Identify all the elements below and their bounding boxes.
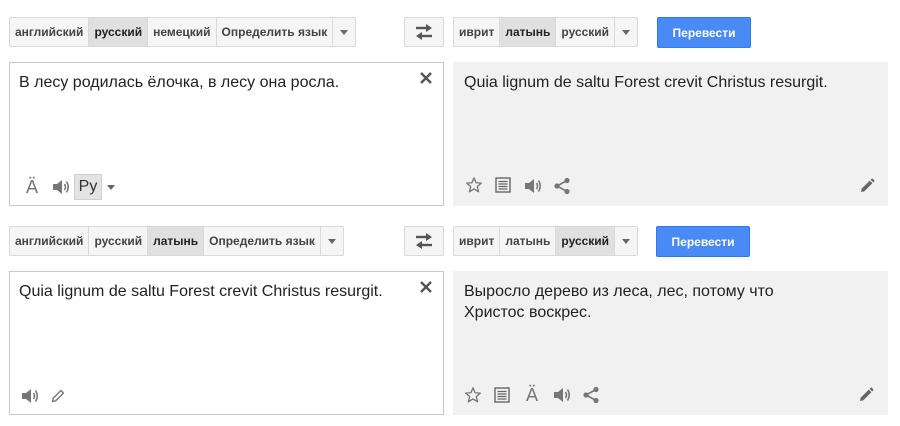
target-lang-dropdown[interactable] (615, 18, 637, 46)
translation-panel-2: английский русский латынь Определить язы… (0, 209, 900, 422)
target-lang-latin[interactable]: латынь (500, 18, 557, 46)
list-icon (494, 387, 510, 403)
star-icon (464, 387, 482, 403)
translation-panel-1: английский русский немецкий Определить я… (0, 0, 900, 213)
translate-button[interactable]: Перевести (657, 17, 751, 48)
chevron-down-icon (327, 238, 336, 244)
source-text-area[interactable]: Quia lignum de saltu Forest crevit Chris… (9, 271, 444, 415)
target-language-bar: иврит латынь русский (453, 226, 639, 256)
source-lang-detect[interactable]: Определить язык (217, 18, 334, 46)
target-lang-hebrew[interactable]: иврит (454, 227, 501, 255)
swap-languages-button[interactable] (404, 226, 444, 256)
pencil-outline-icon (51, 389, 65, 403)
suggest-edit-button[interactable] (856, 385, 876, 405)
source-language-bar: английский русский немецкий Определить я… (9, 17, 357, 47)
target-language-bar: иврит латынь русский (453, 17, 639, 47)
listen-translation-button[interactable] (522, 176, 544, 196)
transliterate-icon: Ä (525, 384, 539, 406)
target-lang-dropdown[interactable] (615, 227, 637, 255)
source-lang-dropdown[interactable] (321, 227, 343, 255)
swap-languages-button[interactable] (404, 17, 444, 47)
listen-button[interactable] (50, 177, 72, 197)
target-lang-hebrew[interactable]: иврит (454, 18, 501, 46)
target-lang-russian[interactable]: русский (556, 227, 616, 255)
source-lang-english[interactable]: английский (10, 227, 90, 255)
source-lang-english[interactable]: английский (10, 18, 90, 46)
star-button[interactable] (463, 385, 483, 405)
suggest-edit-button[interactable] (857, 176, 877, 196)
source-lang-latin[interactable]: латынь (148, 227, 205, 255)
chevron-down-icon (622, 238, 631, 244)
source-text-area[interactable]: В лесу родилась ёлочка, в лесу она росла… (9, 62, 444, 206)
pencil-icon (860, 387, 874, 401)
source-text[interactable]: В лесу родилась ёлочка, в лесу она росла… (19, 72, 413, 93)
target-lang-russian[interactable]: русский (556, 18, 616, 46)
list-icon (495, 177, 511, 193)
chevron-down-icon[interactable] (106, 183, 116, 191)
speaker-icon (525, 179, 542, 193)
share-icon (554, 177, 570, 195)
chevron-down-icon (622, 29, 631, 35)
speaker-icon (554, 388, 571, 402)
result-area: Quia lignum de saltu Forest crevit Chris… (453, 62, 888, 206)
star-button[interactable] (464, 175, 484, 195)
listen-translation-button[interactable] (551, 385, 573, 405)
handwriting-button[interactable] (48, 386, 68, 406)
speaker-icon (22, 389, 39, 403)
close-icon[interactable] (418, 279, 434, 295)
dictionary-button[interactable] (493, 175, 513, 195)
transliterate-button[interactable]: Ä (22, 176, 42, 198)
pencil-icon (861, 178, 875, 192)
chevron-down-icon (340, 29, 349, 35)
source-lang-german[interactable]: немецкий (148, 18, 217, 46)
source-language-bar: английский русский латынь Определить язы… (9, 226, 344, 256)
listen-button[interactable] (19, 386, 41, 406)
result-area: Выросло дерево из леса, лес, потому что … (453, 271, 888, 415)
speaker-icon (53, 180, 70, 194)
swap-icon (416, 233, 432, 249)
transliterate-icon: Ä (25, 176, 39, 198)
share-icon (583, 386, 599, 404)
share-button[interactable] (552, 176, 572, 196)
translate-button[interactable]: Перевести (656, 226, 750, 257)
source-lang-dropdown[interactable] (333, 18, 355, 46)
target-lang-latin[interactable]: латынь (500, 227, 557, 255)
input-tools-button[interactable]: Ру (74, 174, 102, 200)
source-text[interactable]: Quia lignum de saltu Forest crevit Chris… (19, 281, 413, 302)
star-icon (465, 177, 483, 193)
transliterate-button[interactable]: Ä (522, 384, 542, 406)
dictionary-button[interactable] (492, 385, 512, 405)
result-text: Quia lignum de saltu Forest crevit Chris… (464, 74, 828, 91)
swap-icon (416, 24, 432, 40)
close-icon[interactable] (418, 70, 434, 86)
result-text: Выросло дерево из леса, лес, потому что … (464, 283, 774, 321)
share-button[interactable] (581, 385, 601, 405)
source-lang-russian[interactable]: русский (89, 18, 149, 46)
source-lang-detect[interactable]: Определить язык (204, 227, 321, 255)
source-lang-russian[interactable]: русский (89, 227, 149, 255)
